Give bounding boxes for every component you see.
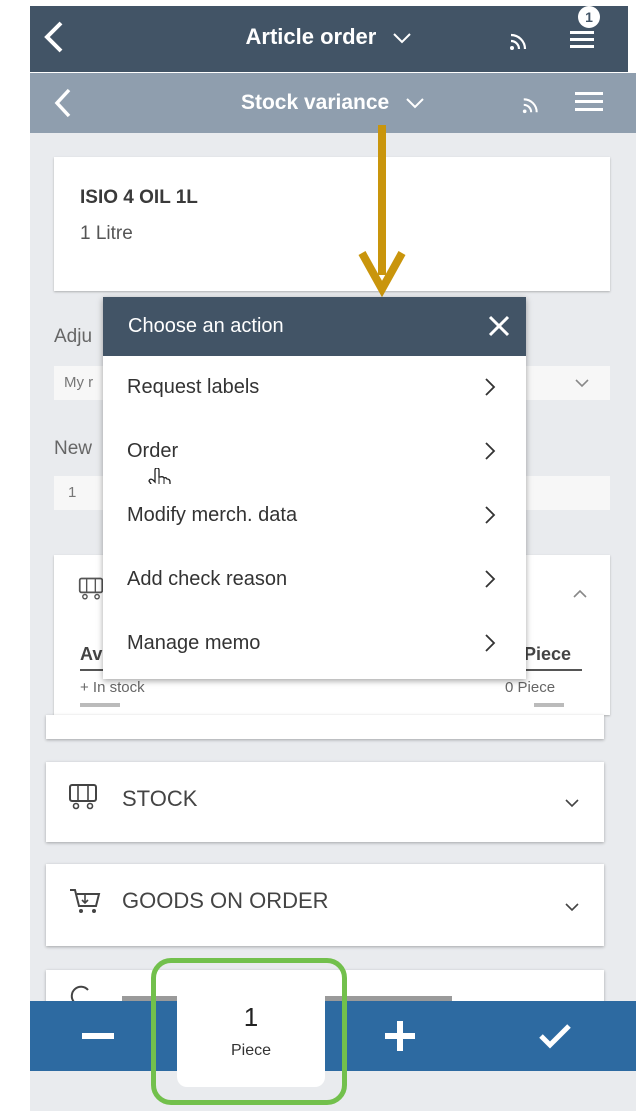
new-value: 1 (68, 484, 77, 501)
minus-icon[interactable] (82, 1031, 114, 1041)
article-name: ISIO 4 OIL 1L (80, 187, 198, 208)
chevron-down-icon (564, 902, 580, 912)
article-unit: 1 Litre (80, 223, 133, 244)
section-stock-label: STOCK (122, 786, 198, 811)
popup-title: Choose an action (128, 315, 284, 337)
popup-item-request-labels[interactable]: Request labels (103, 356, 526, 421)
popup-item-label: Modify merch. data (127, 504, 298, 526)
adjust-value: My r (64, 374, 94, 391)
sub-header-title-wrap[interactable]: Stock variance (30, 91, 636, 115)
sub-header-bar: Stock variance (30, 73, 636, 133)
plus-icon[interactable] (385, 1021, 415, 1051)
chevron-down-icon (574, 378, 590, 388)
section-goods-on-order[interactable]: GOODS ON ORDER (46, 864, 604, 946)
article-card: ISIO 4 OIL 1L 1 Litre (54, 157, 610, 291)
popup-item-label: Order (127, 440, 179, 462)
popup-item-label: Request labels (127, 376, 260, 398)
chevron-right-icon (484, 441, 496, 461)
adjust-label: Adju (54, 326, 93, 347)
popup-item-order[interactable]: Order (103, 420, 526, 495)
top-bar: Article order 1 (30, 6, 628, 72)
chevron-up-icon[interactable] (572, 589, 588, 599)
shopping-cart-icon (68, 886, 102, 916)
availability-header-right: Piece (524, 644, 572, 664)
section-stock[interactable]: STOCK (46, 762, 604, 842)
in-stock-label: + In stock (80, 679, 145, 696)
row-cut-text (80, 703, 120, 707)
new-label: New (54, 438, 93, 459)
top-bar-title: Article order (245, 24, 377, 49)
top-bar-title-wrap[interactable]: Article order (30, 24, 628, 50)
cart-icon (78, 575, 104, 601)
chevron-right-icon (484, 377, 496, 397)
rss-icon[interactable] (508, 26, 534, 52)
action-popup: Choose an action Request labels Order Mo… (103, 297, 526, 679)
row-cut-text (534, 703, 564, 707)
checkmark-icon[interactable] (538, 1023, 572, 1049)
popup-header: Choose an action (103, 297, 526, 356)
section-goods-on-order-label: GOODS ON ORDER (122, 888, 329, 913)
in-stock-value: 0 Piece (505, 679, 556, 696)
notification-badge: 1 (578, 6, 600, 28)
chevron-right-icon (484, 633, 496, 653)
annotation-arrow-icon (358, 125, 406, 297)
chevron-down-icon (392, 32, 412, 44)
card-bottom-edge (46, 715, 604, 739)
chevron-down-icon (405, 97, 425, 109)
chevron-right-icon (484, 505, 496, 525)
chevron-right-icon (484, 569, 496, 589)
highlight-outline (151, 958, 347, 1105)
popup-item-label: Add check reason (127, 568, 288, 590)
chevron-down-icon (564, 798, 580, 808)
popup-item-label: Manage memo (127, 632, 261, 654)
popup-item-modify-merch-data[interactable]: Modify merch. data (103, 484, 526, 549)
rss-icon[interactable] (521, 91, 545, 115)
popup-item-manage-memo[interactable]: Manage memo (103, 612, 526, 676)
cart-icon (68, 782, 98, 810)
menu-icon[interactable] (574, 89, 604, 115)
close-icon[interactable] (487, 314, 511, 338)
sub-header-title: Stock variance (240, 91, 390, 114)
availability-header-left: Av (80, 644, 103, 664)
popup-item-add-check-reason[interactable]: Add check reason (103, 548, 526, 613)
